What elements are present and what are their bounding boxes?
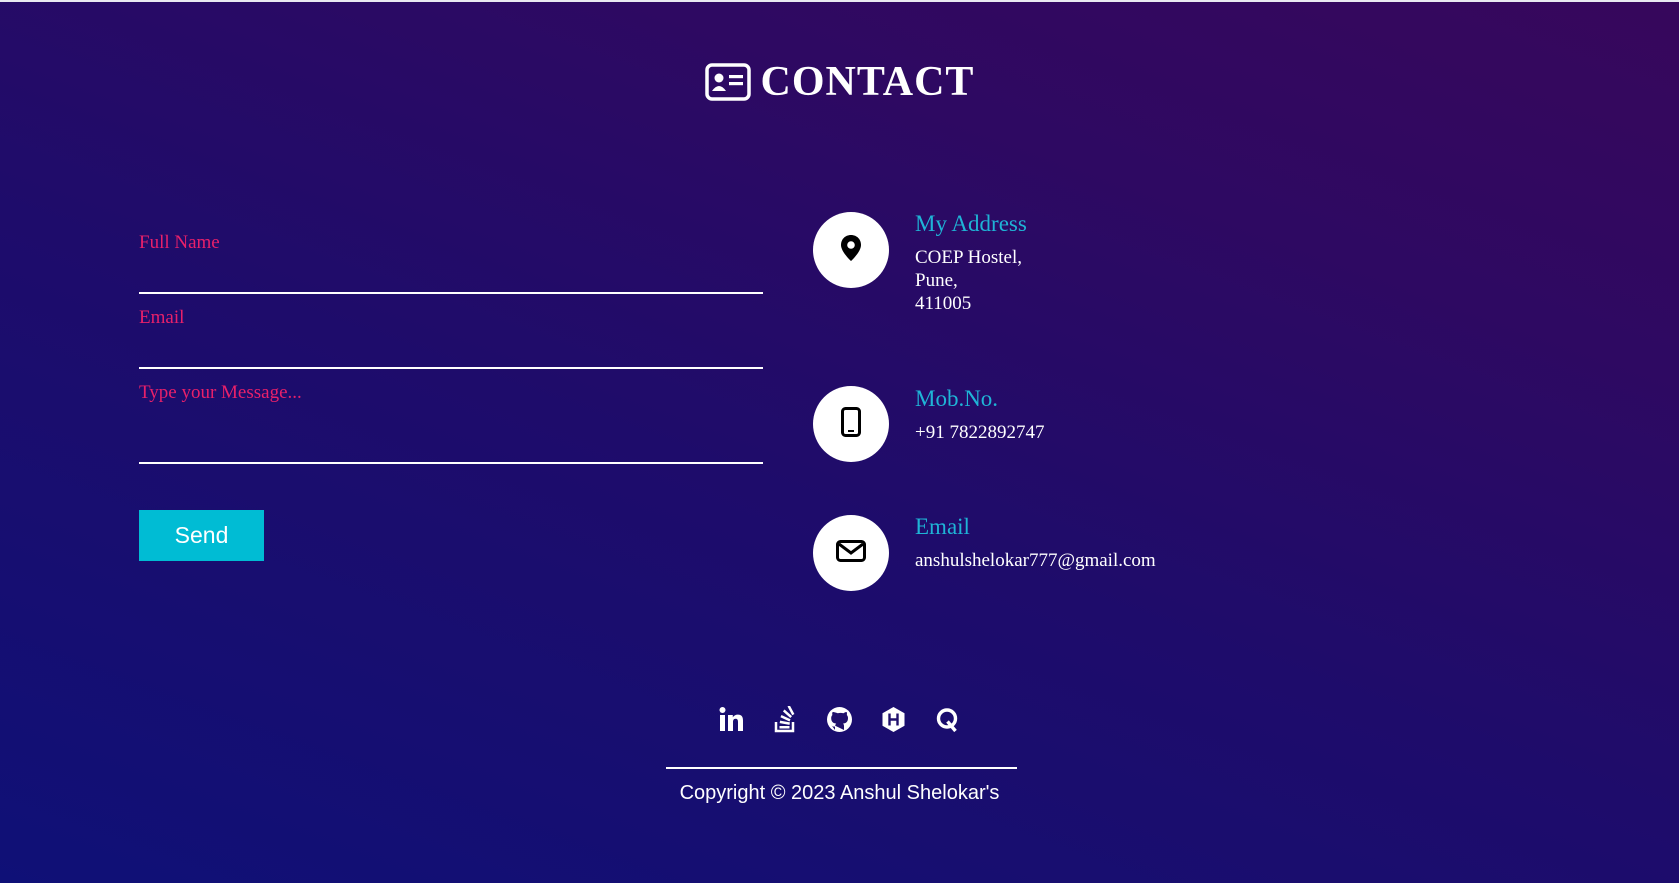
message-textarea[interactable] <box>139 404 763 464</box>
footer-divider <box>666 767 1017 769</box>
email-icon-circle <box>813 515 889 591</box>
mobile-block: Mob.No. +91 7822892747 <box>813 386 1044 462</box>
copyright-text: Copyright © 2023 Anshul Shelokar's <box>679 782 1000 804</box>
location-pin-icon <box>839 234 863 267</box>
mobile-title: Mob.No. <box>915 386 999 411</box>
social-links <box>0 706 1679 733</box>
email-field: Email <box>139 307 763 369</box>
email-label: Email <box>139 307 185 328</box>
address-block: My Address COEP Hostel, Pune, 411005 <box>813 211 1027 315</box>
top-border <box>0 0 1679 2</box>
message-label: Type your Message... <box>139 382 302 403</box>
message-field: Type your Message... <box>139 382 763 464</box>
contact-card-icon <box>704 63 751 101</box>
mobile-phone-icon <box>841 406 861 442</box>
email-address: anshulshelokar777@gmail.com <box>915 550 1156 571</box>
full-name-label: Full Name <box>139 232 220 253</box>
email-text: Email anshulshelokar777@gmail.com <box>915 514 1156 591</box>
address-line-2: Pune, <box>915 270 958 291</box>
address-line-3: 411005 <box>915 293 972 314</box>
email-input[interactable] <box>139 329 763 369</box>
address-icon-circle <box>813 212 889 288</box>
full-name-input[interactable] <box>139 254 763 294</box>
mobile-text: Mob.No. +91 7822892747 <box>915 386 1044 462</box>
email-title: Email <box>915 514 970 539</box>
page-title: CONTACT <box>760 59 975 105</box>
mobile-icon-circle <box>813 386 889 462</box>
address-title: My Address <box>915 211 1027 236</box>
address-text: My Address COEP Hostel, Pune, 411005 <box>915 211 1027 315</box>
contact-form: Full Name Email Type your Message... Sen… <box>139 232 763 561</box>
stackoverflow-icon[interactable] <box>772 706 799 733</box>
envelope-icon <box>836 539 866 567</box>
linkedin-icon[interactable] <box>718 706 745 733</box>
email-block: Email anshulshelokar777@gmail.com <box>813 514 1156 591</box>
quora-icon[interactable] <box>934 706 961 733</box>
github-icon[interactable] <box>826 706 853 733</box>
address-line-1: COEP Hostel, <box>915 247 1022 268</box>
mobile-number: +91 7822892747 <box>915 422 1045 443</box>
full-name-field: Full Name <box>139 232 763 294</box>
hackerrank-icon[interactable] <box>880 706 907 733</box>
send-button[interactable]: Send <box>139 510 264 561</box>
section-heading: CONTACT <box>0 58 1679 106</box>
